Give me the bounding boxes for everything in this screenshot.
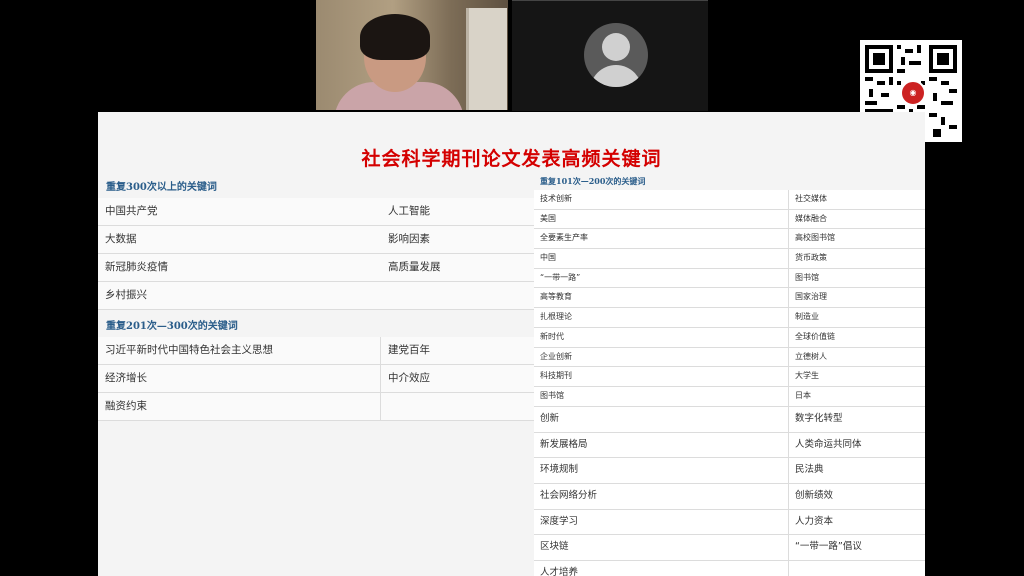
keyword-cell: “一带一路” [534, 268, 789, 289]
shared-slide: 社会科学期刊论文发表高频关键词 重复300次以上的关键词 中国共产党 人工智能 大数… [98, 112, 925, 576]
keyword-cell: 新发展格局 [534, 432, 789, 459]
keyword-cell: 乡村振兴 [98, 282, 382, 310]
keyword-cell: 高校图书馆 [789, 229, 925, 250]
keyword-cell: “一带一路”倡议 [789, 535, 925, 562]
keyword-cell: 高等教育 [534, 288, 789, 309]
keyword-cell [381, 393, 536, 421]
keyword-cell: 区块链 [534, 535, 789, 562]
keyword-cell: 技术创新 [534, 190, 789, 210]
keyword-cell: 新冠肺炎疫情 [98, 254, 382, 282]
keyword-cell: 扎根理论 [534, 308, 789, 328]
keyword-cell: 民法典 [789, 458, 925, 485]
keyword-cell: 创新 [534, 407, 789, 433]
keyword-cell: 中国共产党 [98, 198, 382, 226]
section-heading-101-200: 重复101次—200次的关键词 [540, 176, 646, 186]
keyword-table-101-200-small: 技术创新 社交媒体 美国 媒体融合 全要素生产率 高校图书馆 中国 货币政策 “一带一路” 图书馆… [534, 190, 925, 407]
participant-video-tile[interactable] [316, 0, 508, 110]
keyword-cell: 大学生 [789, 367, 925, 387]
keyword-cell: 科技期刊 [534, 367, 789, 387]
keyword-cell: 融资约束 [98, 393, 381, 421]
keyword-cell: 数字化转型 [789, 407, 925, 433]
keyword-cell: 中介效应 [381, 365, 536, 393]
keyword-cell: 立德树人 [789, 347, 925, 368]
keyword-cell: 习近平新时代中国特色社会主义思想 [98, 337, 381, 365]
qr-logo-badge: ◉ [900, 80, 926, 106]
keyword-cell: 创新绩效 [789, 484, 925, 510]
keyword-cell: 企业创新 [534, 347, 789, 368]
keyword-cell: 中国 [534, 249, 789, 269]
keyword-cell: 货币政策 [789, 249, 925, 269]
keyword-cell: 影响因素 [381, 226, 536, 254]
user-avatar-icon [584, 23, 648, 87]
keyword-cell: 图书馆 [534, 386, 789, 407]
slide-title: 社会科学期刊论文发表高频关键词 [361, 148, 662, 170]
keyword-cell: 全要素生产率 [534, 229, 789, 250]
keyword-cell: 制造业 [789, 308, 925, 328]
participant-avatar-tile[interactable] [512, 0, 708, 111]
participant-hair [360, 14, 430, 60]
keyword-cell: 社会网络分析 [534, 484, 789, 510]
keyword-cell: 美国 [534, 209, 789, 230]
section-heading-300-plus: 重复300次以上的关键词 [106, 182, 217, 193]
keyword-table-300-plus: 中国共产党 人工智能 大数据 影响因素 新冠肺炎疫情 高质量发展 乡村振兴 [98, 198, 536, 310]
video-door [466, 8, 507, 110]
keyword-cell: 环境规制 [534, 458, 789, 485]
section-heading-201-300: 重复201次—300次的关键词 [106, 321, 238, 332]
keyword-cell: 日本 [789, 386, 925, 407]
keyword-cell: 全球价值链 [789, 327, 925, 348]
keyword-cell: 大数据 [98, 226, 382, 254]
keyword-cell: 人力资本 [789, 509, 925, 536]
keyword-cell: 深度学习 [534, 509, 789, 536]
keyword-table-201-300: 习近平新时代中国特色社会主义思想 建党百年 经济增长 中介效应 融资约束 [98, 337, 536, 421]
keyword-cell: 经济增长 [98, 365, 381, 393]
keyword-cell [381, 282, 536, 310]
keyword-cell: 人类命运共同体 [789, 432, 925, 459]
keyword-cell: 人才培养 [534, 561, 789, 576]
keyword-cell: 媒体融合 [789, 209, 925, 230]
keyword-cell: 图书馆 [789, 268, 925, 289]
keyword-cell: 国家治理 [789, 288, 925, 309]
keyword-cell [789, 561, 925, 576]
keyword-cell: 新时代 [534, 327, 789, 348]
keyword-cell: 高质量发展 [381, 254, 536, 282]
keyword-table-101-200-large: 创新 数字化转型 新发展格局 人类命运共同体 环境规制 民法典 社会网络分析 创新绩效 深度学习… [534, 407, 925, 576]
keyword-cell: 建党百年 [381, 337, 536, 365]
keyword-cell: 社交媒体 [789, 190, 925, 210]
keyword-cell: 人工智能 [381, 198, 536, 226]
